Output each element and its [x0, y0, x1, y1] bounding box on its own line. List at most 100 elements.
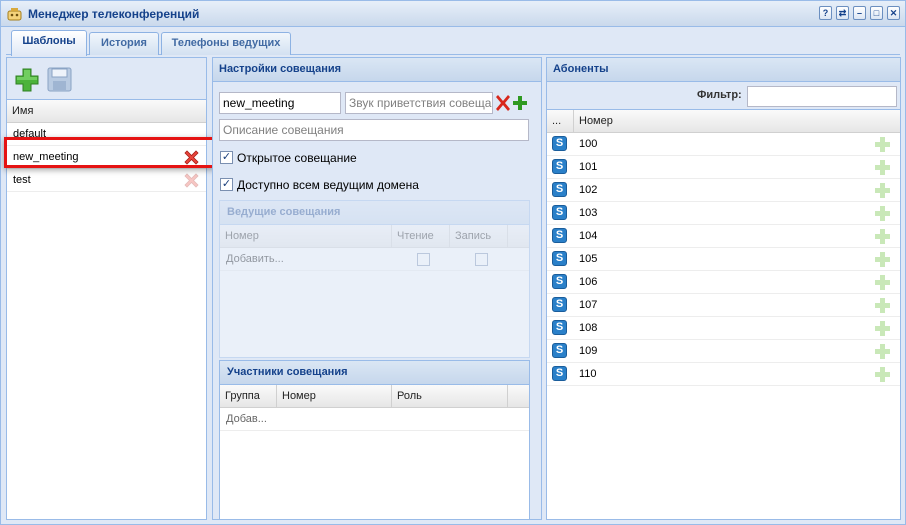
save-icon[interactable] [47, 67, 72, 92]
subscriber-number: 106 [579, 276, 598, 288]
teleconference-manager-window: Менеджер телеконференций ? ⇄ – □ ✕ Шабло… [0, 0, 906, 525]
subscriber-type-icon: S [552, 182, 567, 197]
maximize-button[interactable]: □ [870, 6, 883, 20]
meeting-hosts-grid: Ведущие совещания Номер Чтение Запись До… [219, 200, 530, 358]
hosts-read-column: Чтение [392, 225, 450, 247]
tab-history[interactable]: История [89, 32, 159, 55]
subscriber-number: 101 [579, 161, 598, 173]
window-title: Менеджер телеконференций [28, 7, 200, 21]
subscriber-row[interactable]: S 101 [547, 156, 900, 179]
help-button[interactable]: ? [819, 6, 832, 20]
add-subscriber-icon[interactable] [875, 252, 890, 267]
subscriber-type-icon: S [552, 205, 567, 220]
subscriber-number: 110 [579, 368, 597, 380]
subscriber-row[interactable]: S 107 [547, 294, 900, 317]
subscriber-type-icon: S [552, 343, 567, 358]
participants-add-label: Добав... [226, 413, 267, 425]
subscriber-number: 108 [579, 322, 598, 334]
filter-input[interactable] [747, 86, 897, 107]
participants-grid-header: Группа Номер Роль [220, 385, 529, 408]
subscriber-type-icon: S [552, 274, 567, 289]
domain-hosts-label: Доступно всем ведущим домена [237, 178, 419, 192]
subscriber-row[interactable]: S 103 [547, 202, 900, 225]
add-subscriber-icon[interactable] [875, 160, 890, 175]
subscriber-row[interactable]: S 105 [547, 248, 900, 271]
add-subscriber-icon[interactable] [875, 137, 890, 152]
hosts-write-column: Запись [450, 225, 508, 247]
add-subscriber-icon[interactable] [875, 321, 890, 336]
subscriber-type-icon: S [552, 320, 567, 335]
add-template-icon[interactable] [14, 67, 40, 93]
name-column-header[interactable]: Имя [7, 100, 206, 122]
add-sound-icon[interactable] [513, 96, 527, 110]
hosts-add-row: Добавить... [220, 248, 529, 271]
subscriber-type-icon: S [552, 159, 567, 174]
template-name: test [13, 174, 31, 186]
subscriber-number: 102 [579, 184, 598, 196]
subscriber-number: 100 [579, 138, 598, 150]
meeting-name-input[interactable]: new_meeting [219, 92, 341, 114]
meeting-participants-header: Участники совещания [220, 361, 529, 385]
subscribers-grid-header: ... Номер [547, 110, 900, 133]
add-subscriber-icon[interactable] [875, 206, 890, 221]
subscriber-number: 107 [579, 299, 598, 311]
subscriber-number: 105 [579, 253, 598, 265]
hosts-grid-header: Номер Чтение Запись [220, 225, 529, 248]
filter-toolbar: Фильтр: [547, 82, 900, 110]
clear-sound-icon[interactable] [495, 94, 511, 112]
meeting-participants-grid: Участники совещания Группа Номер Роль До… [219, 360, 530, 520]
participants-add-row[interactable]: Добав... [220, 408, 529, 431]
subscriber-type-icon: S [552, 366, 567, 381]
hosts-add-label: Добавить... [226, 253, 284, 265]
subscriber-row[interactable]: S 102 [547, 179, 900, 202]
participants-group-column[interactable]: Группа [220, 385, 277, 407]
subscriber-type-icon: S [552, 228, 567, 243]
subscribers-panel: Абоненты Фильтр: ... Номер S 100 S 101 S 102 S… [546, 57, 901, 520]
greeting-sound-input[interactable]: Звук приветствия совещания [345, 92, 493, 114]
filter-label: Фильтр: [697, 89, 742, 101]
add-subscriber-icon[interactable] [875, 183, 890, 198]
tab-templates[interactable]: Шаблоны [11, 30, 87, 56]
subscriber-row[interactable]: S 108 [547, 317, 900, 340]
subscribers-rows: S 100 S 101 S 102 S 103 S 104 S 105 S 106 S 107 S 108 S 109… [547, 133, 900, 433]
participants-number-column[interactable]: Номер [277, 385, 392, 407]
add-subscriber-icon[interactable] [875, 344, 890, 359]
tab-host-phones[interactable]: Телефоны ведущих [161, 32, 291, 55]
meeting-hosts-header: Ведущие совещания [220, 201, 529, 225]
selection-highlight [4, 137, 217, 168]
templates-grid-header: Имя [7, 100, 206, 123]
subscriber-row[interactable]: S 100 [547, 133, 900, 156]
refresh-button[interactable]: ⇄ [836, 6, 849, 20]
subscriber-type-icon: S [552, 136, 567, 151]
subscribers-icon-column[interactable]: ... [547, 110, 574, 132]
subscribers-number-column[interactable]: Номер [574, 110, 900, 132]
templates-panel: Имя default new_meeting test [6, 57, 207, 520]
subscriber-row[interactable]: S 106 [547, 271, 900, 294]
template-row[interactable]: test [7, 169, 206, 192]
delete-icon[interactable] [183, 172, 200, 189]
subscriber-row[interactable]: S 104 [547, 225, 900, 248]
meeting-description-input[interactable]: Описание совещания [219, 119, 529, 141]
hosts-read-checkbox [417, 253, 430, 266]
app-icon [7, 8, 22, 21]
add-subscriber-icon[interactable] [875, 298, 890, 313]
subscriber-type-icon: S [552, 297, 567, 312]
subscriber-row[interactable]: S 109 [547, 340, 900, 363]
subscriber-row[interactable]: S 110 [547, 363, 900, 386]
meeting-settings-panel: Настройки совещания new_meeting Звук при… [212, 57, 542, 520]
subscriber-type-icon: S [552, 251, 567, 266]
open-meeting-checkbox[interactable]: ✓ [220, 151, 233, 164]
add-subscriber-icon[interactable] [875, 229, 890, 244]
subscriber-number: 104 [579, 230, 598, 242]
close-button[interactable]: ✕ [887, 6, 900, 20]
domain-hosts-checkbox[interactable]: ✓ [220, 178, 233, 191]
subscriber-number: 109 [579, 345, 598, 357]
tab-strip: Шаблоны История Телефоны ведущих [6, 29, 900, 56]
subscribers-header: Абоненты [547, 58, 900, 82]
add-subscriber-icon[interactable] [875, 367, 890, 382]
hosts-write-checkbox [475, 253, 488, 266]
meeting-settings-header: Настройки совещания [213, 58, 541, 82]
participants-role-column[interactable]: Роль [392, 385, 508, 407]
add-subscriber-icon[interactable] [875, 275, 890, 290]
minimize-button[interactable]: – [853, 6, 866, 20]
